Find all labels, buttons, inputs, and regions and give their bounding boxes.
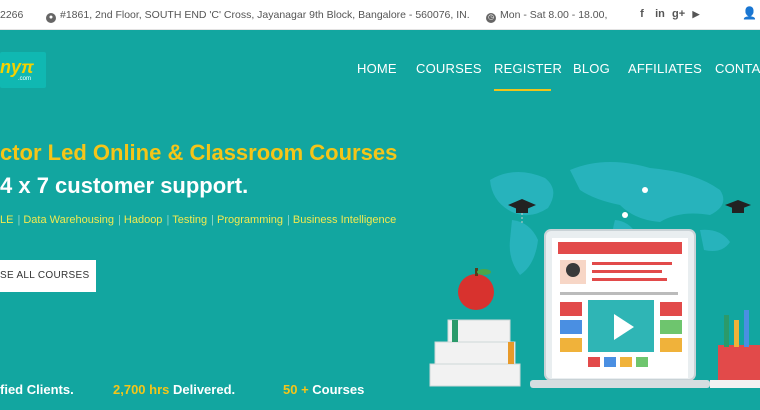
google-plus-icon[interactable]: g+ [672, 8, 685, 20]
logo-text: nyπ [0, 57, 34, 77]
browse-courses-label: SE ALL COURSES [0, 270, 90, 281]
hero-title: ctor Led Online & Classroom Courses [0, 140, 398, 165]
tag-item[interactable]: Programming [217, 214, 283, 226]
books-graphic [429, 319, 521, 387]
hero-subtitle: 4 x 7 customer support. [0, 173, 249, 198]
browse-courses-button[interactable]: SE ALL COURSES [0, 260, 96, 292]
top-info-bar: 2266 ● #1861, 2nd Floor, SOUTH END 'C' Cr… [0, 0, 760, 30]
linkedin-icon[interactable]: in [654, 8, 666, 20]
social-links: f in g+ ▶ [636, 8, 708, 20]
clock-icon: ◷ [486, 13, 496, 23]
stat-label: Courses [308, 382, 365, 397]
nav-blog[interactable]: BLOG [573, 61, 610, 76]
facebook-icon[interactable]: f [636, 8, 648, 20]
opening-hours: ◷ Mon - Sat 8.00 - 18.00, [486, 9, 607, 23]
nav-contact[interactable]: CONTAC [715, 61, 760, 76]
stat-label: Delivered. [169, 382, 236, 397]
stat-value: 50 + [283, 382, 309, 397]
nav-register[interactable]: REGISTER [494, 61, 562, 76]
phone-number[interactable]: 2266 [0, 9, 23, 21]
stat-hours: 2,700 hrs Delivered. [113, 382, 235, 397]
location-pin-icon: ● [46, 13, 56, 23]
laptop-graphic [530, 229, 710, 388]
address-text: ● #1861, 2nd Floor, SOUTH END 'C' Cross, … [46, 9, 470, 23]
logo-domain: .com [18, 76, 32, 82]
pencil-cup-graphic [710, 310, 760, 388]
hero-illustration [429, 161, 760, 388]
tag-item[interactable]: Data Warehousing [23, 214, 114, 226]
site-logo[interactable]: nyπ .com [0, 52, 46, 88]
tag-item[interactable]: Business Intelligence [293, 214, 396, 226]
address-label: #1861, 2nd Floor, SOUTH END 'C' Cross, J… [60, 9, 470, 21]
stat-courses: 50 + Courses [283, 382, 364, 397]
stat-value: 2,700 hrs [113, 382, 170, 397]
user-icon[interactable]: 👤 [742, 6, 757, 20]
stat-clients: fied Clients. [0, 382, 74, 397]
course-tags: LE | Data Warehousing | Hadoop | Testing | Progr… [0, 214, 397, 226]
nav-courses[interactable]: COURSES [416, 61, 482, 76]
graduation-cap-icon [725, 200, 751, 213]
nav-home[interactable]: HOME [357, 61, 397, 76]
nav-active-indicator [494, 89, 551, 91]
youtube-icon[interactable]: ▶ [690, 9, 702, 20]
nav-affiliates[interactable]: AFFILIATES [628, 61, 702, 76]
apple-icon [458, 268, 494, 310]
tag-item[interactable]: Hadoop [124, 214, 163, 226]
map-pin-icon [622, 212, 628, 218]
map-pin-icon [642, 187, 648, 193]
stat-label: fied Clients. [0, 382, 74, 397]
hours-label: Mon - Sat 8.00 - 18.00, [500, 9, 608, 21]
tag-item[interactable]: LE [0, 214, 13, 226]
tag-item[interactable]: Testing [172, 214, 207, 226]
